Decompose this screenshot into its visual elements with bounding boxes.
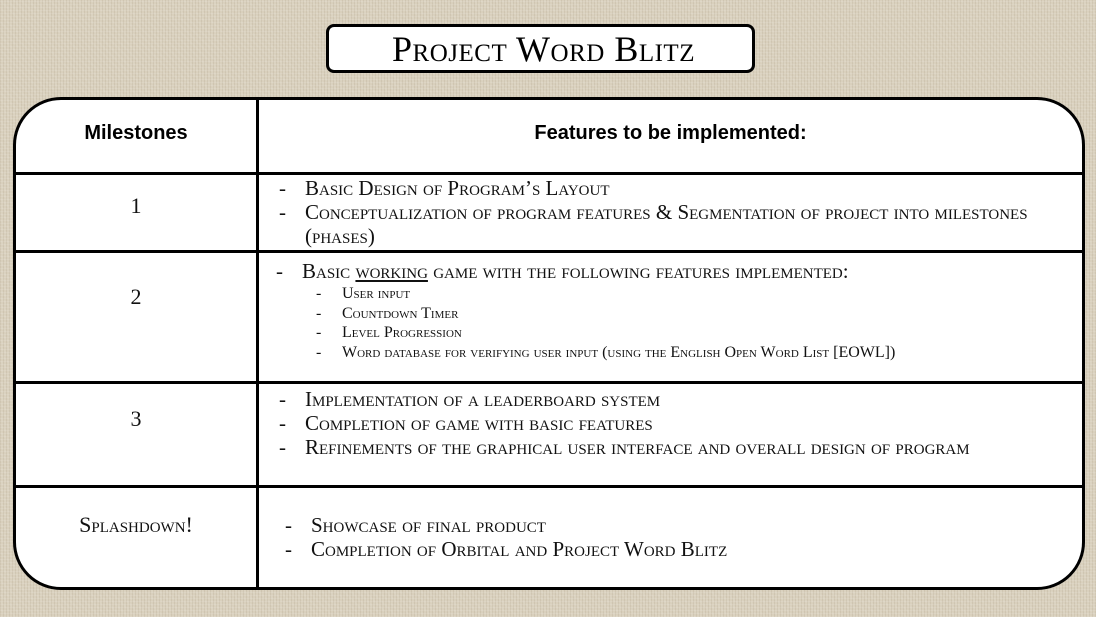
- feature-item: Basic Design of Program’s Layout: [276, 176, 1070, 200]
- milestone-3-label: 3: [130, 406, 142, 431]
- header-milestones: Milestones: [84, 122, 188, 144]
- feature-text-pre: Basic: [302, 259, 356, 283]
- feature-item: Conceptualization of program features & …: [276, 200, 1070, 248]
- feature-text-underlined: working: [355, 259, 428, 283]
- milestones-table: Milestones Features to be implemented: 1…: [13, 97, 1085, 590]
- feature-item: Showcase of final product: [282, 513, 1070, 537]
- feature-item: Refinements of the graphical user interf…: [276, 435, 1070, 459]
- milestone-2-label: 2: [130, 284, 142, 309]
- slide-title: Project Word Blitz: [392, 28, 695, 69]
- feature-item: Basic working game with the following fe…: [273, 259, 1070, 362]
- feature-item: Completion of game with basic features: [276, 411, 1070, 435]
- milestone-1-features: Basic Design of Program’s Layout Concept…: [276, 176, 1070, 248]
- subitem: Word database for verifying user input (…: [302, 343, 1070, 363]
- milestone-1-label: 1: [130, 193, 142, 218]
- row-divider: [16, 172, 1082, 175]
- feature-item: Completion of Orbital and Project Word B…: [282, 537, 1070, 561]
- row-divider: [16, 485, 1082, 488]
- subitem: Countdown Timer: [302, 304, 1070, 324]
- feature-item: Implementation of a leaderboard system: [276, 387, 1070, 411]
- row-divider: [16, 381, 1082, 384]
- milestone-splashdown-label: Splashdown!: [79, 512, 193, 537]
- subitem: Level Progression: [302, 323, 1070, 343]
- feature-subitems: User input Countdown Timer Level Progres…: [302, 284, 1070, 362]
- title-box: Project Word Blitz: [326, 24, 755, 73]
- milestone-2-features: Basic working game with the following fe…: [273, 259, 1070, 362]
- row-divider: [16, 250, 1082, 253]
- header-features: Features to be implemented:: [534, 122, 807, 144]
- milestone-splashdown-features: Showcase of final product Completion of …: [282, 513, 1070, 561]
- feature-text-post: game with the following features impleme…: [427, 259, 849, 283]
- subitem: User input: [302, 284, 1070, 304]
- milestone-3-features: Implementation of a leaderboard system C…: [276, 387, 1070, 459]
